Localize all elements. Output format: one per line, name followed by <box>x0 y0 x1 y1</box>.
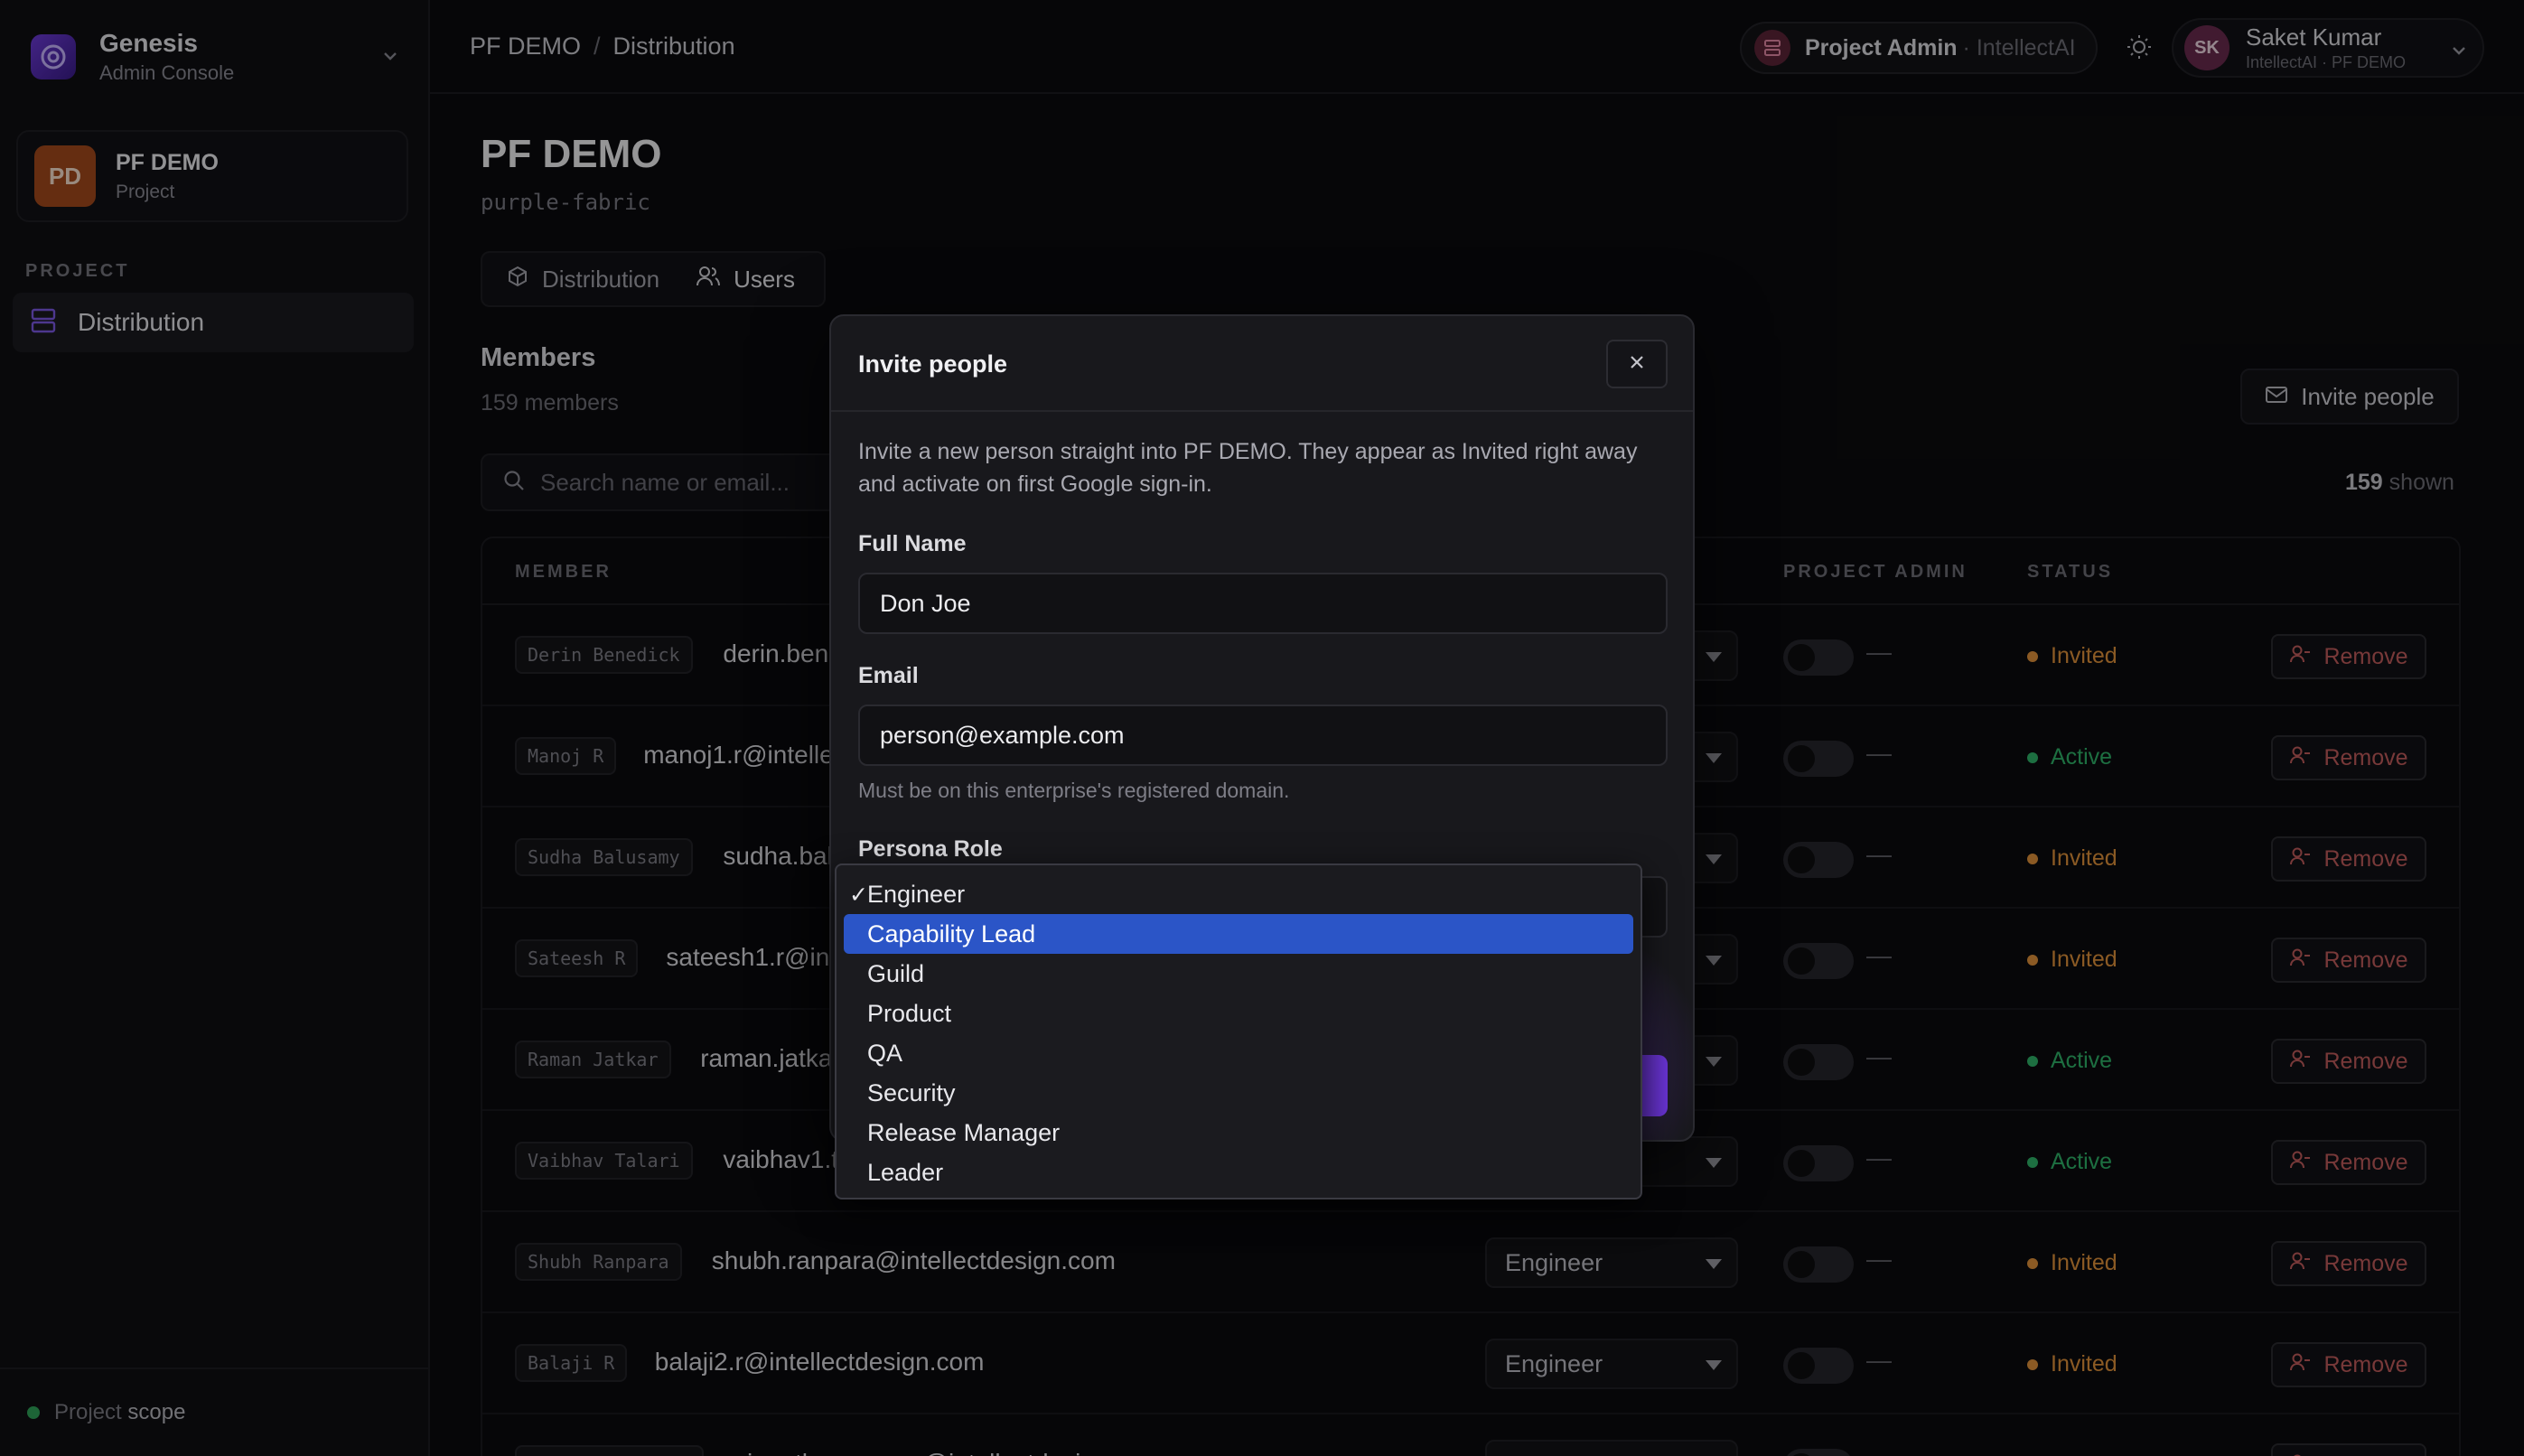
dropdown-option-security[interactable]: Security <box>844 1073 1633 1113</box>
dropdown-option-label: QA <box>867 1039 903 1067</box>
dropdown-option-label: Capability Lead <box>867 919 1036 947</box>
full-name-field[interactable] <box>858 573 1668 634</box>
dialog-description: Invite a new person straight into PF DEM… <box>858 439 1638 497</box>
email-label: Email <box>858 663 919 688</box>
dropdown-option-label: Guild <box>867 959 925 987</box>
dropdown-option-label: Engineer <box>867 880 966 908</box>
close-icon <box>1627 352 1647 377</box>
dropdown-option-leader[interactable]: Leader <box>844 1153 1633 1192</box>
email-hint: Must be on this enterprise's registered … <box>858 779 1290 802</box>
dropdown-option-label: Security <box>867 1078 956 1106</box>
persona-role-dropdown: ✓ Engineer Capability Lead Guild Product QA Se… <box>835 863 1642 1199</box>
dropdown-option-release-manager[interactable]: Release Manager <box>844 1113 1633 1153</box>
dropdown-option-label: Release Manager <box>867 1118 1061 1146</box>
dropdown-option-label: Product <box>867 999 952 1027</box>
dialog-header: Invite people <box>831 316 1693 412</box>
dropdown-option-guild[interactable]: Guild <box>844 954 1633 994</box>
email-field[interactable] <box>858 705 1668 766</box>
dropdown-option-product[interactable]: Product <box>844 994 1633 1033</box>
dropdown-option-capability-lead[interactable]: Capability Lead <box>844 914 1633 954</box>
dropdown-option-qa[interactable]: QA <box>844 1033 1633 1073</box>
dropdown-option-engineer[interactable]: ✓ Engineer <box>844 874 1633 914</box>
checkmark-icon: ✓ <box>849 882 868 908</box>
dialog-title: Invite people <box>858 350 1008 378</box>
full-name-label: Full Name <box>858 531 967 556</box>
dropdown-option-label: Leader <box>867 1158 944 1186</box>
close-button[interactable] <box>1606 340 1668 388</box>
persona-role-label: Persona Role <box>858 836 1003 862</box>
